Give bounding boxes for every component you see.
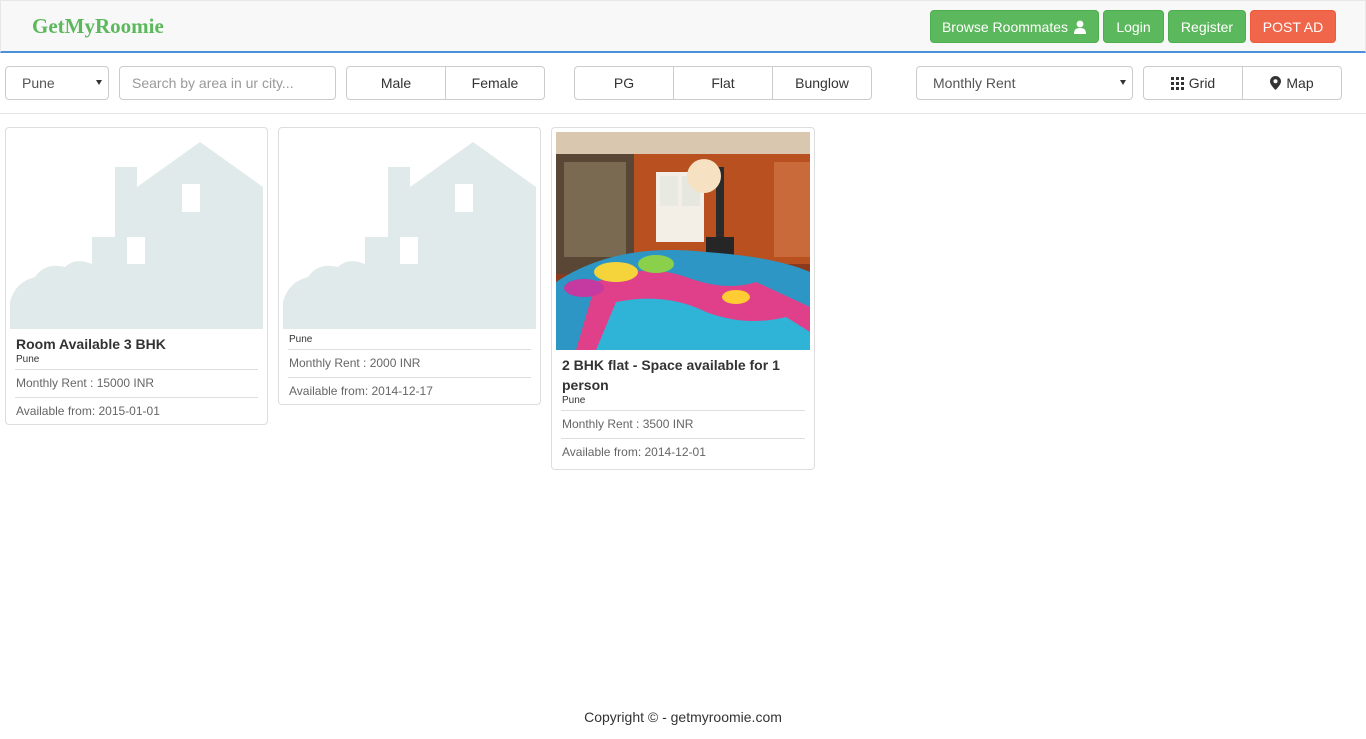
grid-icon	[1170, 76, 1184, 90]
area-search-input[interactable]	[132, 75, 332, 91]
footer-copyright: Copyright © - getmyroomie.com	[584, 709, 782, 725]
filter-bar: Pune Male Female PG Flat Bunglow Monthly…	[0, 53, 1366, 114]
user-icon	[1073, 20, 1087, 34]
type-flat-button[interactable]: Flat	[673, 66, 773, 100]
listing-card[interactable]: 2 BHK flat - Space available for 1 perso…	[551, 127, 815, 470]
sort-select-value: Monthly Rent	[933, 75, 1016, 91]
city-select[interactable]: Pune	[5, 66, 109, 100]
listing-city: Pune	[562, 395, 586, 406]
area-search-field[interactable]	[119, 66, 336, 100]
house-placeholder-icon	[283, 132, 536, 329]
house-placeholder-icon	[10, 132, 263, 329]
post-ad-button[interactable]: POST AD	[1250, 10, 1336, 43]
browse-roommates-button[interactable]: Browse Roommates	[930, 10, 1099, 43]
listing-available-date: Available from: 2015-01-01	[15, 397, 258, 425]
listing-available-date: Available from: 2014-12-17	[288, 377, 531, 405]
grid-view-label: Grid	[1188, 75, 1216, 91]
listing-card[interactable]: Pune Monthly Rent : 2000 INR Available f…	[278, 127, 541, 405]
map-view-button[interactable]: Map	[1242, 66, 1342, 100]
caret-down-icon	[96, 80, 102, 85]
listing-title[interactable]: 2 BHK flat - Space available for 1 perso…	[556, 355, 810, 395]
listing-title[interactable]: Room Available 3 BHK	[10, 334, 263, 354]
top-navbar: GetMyRoomie Browse Roommates Login Regis…	[0, 0, 1366, 53]
gender-toggle-group: Male Female	[346, 66, 545, 100]
view-toggle-group: Grid Map	[1143, 66, 1342, 100]
listing-card[interactable]: Room Available 3 BHK Pune Monthly Rent :…	[5, 127, 268, 425]
listing-city: Pune	[289, 334, 313, 345]
caret-down-icon	[1120, 80, 1126, 85]
register-button[interactable]: Register	[1168, 10, 1246, 43]
listing-rent: Monthly Rent : 2000 INR	[288, 349, 531, 377]
map-marker-icon	[1270, 76, 1282, 90]
type-bunglow-button[interactable]: Bunglow	[772, 66, 872, 100]
gender-female-button[interactable]: Female	[445, 66, 545, 100]
grid-view-button[interactable]: Grid	[1143, 66, 1243, 100]
brand-logo[interactable]: GetMyRoomie	[32, 14, 164, 39]
city-select-value: Pune	[22, 75, 55, 91]
listing-city: Pune	[16, 354, 40, 365]
listing-rent: Monthly Rent : 15000 INR	[15, 369, 258, 397]
type-pg-button[interactable]: PG	[574, 66, 674, 100]
listing-available-date: Available from: 2014-12-01	[561, 438, 805, 466]
login-button[interactable]: Login	[1103, 10, 1164, 43]
sort-select[interactable]: Monthly Rent	[916, 66, 1133, 100]
bedroom-photo	[556, 132, 810, 350]
property-type-toggle-group: PG Flat Bunglow	[574, 66, 872, 100]
browse-roommates-label: Browse Roommates	[941, 18, 1069, 35]
map-view-label: Map	[1286, 75, 1314, 91]
gender-male-button[interactable]: Male	[346, 66, 446, 100]
listing-rent: Monthly Rent : 3500 INR	[561, 410, 805, 438]
